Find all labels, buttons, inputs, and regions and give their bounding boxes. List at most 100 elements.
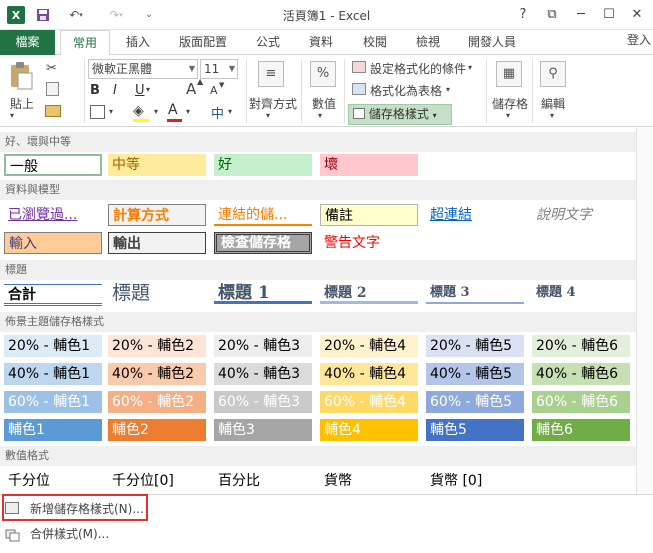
style-heading-3[interactable]: 標題 3 — [426, 282, 524, 304]
conditional-format-dropdown-icon[interactable]: ▾ — [468, 63, 472, 72]
tab-review[interactable]: 校閱 — [352, 30, 398, 55]
style-20-accent4[interactable]: 20% - 輔色4 — [320, 335, 418, 357]
maximize-button[interactable]: ☐ — [598, 5, 620, 25]
style-40-accent6[interactable]: 40% - 輔色6 — [532, 363, 630, 385]
style-title[interactable]: 標題 — [108, 282, 206, 304]
style-check-cell[interactable]: 檢查儲存格 — [214, 232, 312, 254]
minimize-button[interactable]: ─ — [570, 5, 592, 25]
grow-font-button[interactable]: A — [186, 80, 196, 98]
tab-developer[interactable]: 開發人員 — [462, 30, 522, 55]
style-currency[interactable]: 貨幣 — [320, 470, 418, 492]
tab-file[interactable]: 檔案 — [0, 30, 55, 55]
style-20-accent6[interactable]: 20% - 輔色6 — [532, 335, 630, 357]
style-heading-4[interactable]: 標題 4 — [532, 282, 630, 304]
style-40-accent3[interactable]: 40% - 輔色3 — [214, 363, 312, 385]
italic-button[interactable]: I — [113, 83, 117, 98]
editing-button[interactable]: 編輯 — [541, 95, 565, 112]
format-as-table-dropdown-icon[interactable]: ▾ — [446, 85, 450, 94]
percent-icon[interactable]: % — [310, 61, 336, 87]
alignment-dropdown-icon[interactable]: ▾ — [266, 111, 270, 120]
style-accent1[interactable]: 輔色1 — [4, 419, 102, 441]
cells-icon[interactable]: ▦ — [496, 61, 522, 87]
style-40-accent1[interactable]: 40% - 輔色1 — [4, 363, 102, 385]
style-good[interactable]: 好 — [214, 154, 312, 176]
style-accent5[interactable]: 輔色5 — [426, 419, 524, 441]
close-button[interactable]: ✕ — [626, 5, 648, 25]
style-60-accent6[interactable]: 60% - 輔色6 — [532, 391, 630, 413]
style-hyperlink[interactable]: 超連結 — [426, 204, 524, 226]
font-color-dropdown-icon[interactable]: ▾ — [186, 107, 190, 116]
style-currency-0[interactable]: 貨幣 [0] — [426, 470, 524, 492]
style-calculation[interactable]: 計算方式 — [108, 204, 206, 226]
bold-button[interactable]: B — [90, 83, 100, 98]
sign-in-link[interactable]: 登入 — [627, 31, 651, 48]
tab-data[interactable]: 資料 — [298, 30, 344, 55]
tab-view[interactable]: 檢視 — [405, 30, 451, 55]
merge-styles-menu-item[interactable]: 合併樣式(M)... — [0, 522, 653, 546]
phonetic-dropdown-icon[interactable]: ▾ — [228, 107, 232, 116]
paste-icon[interactable] — [8, 61, 36, 91]
paste-button[interactable]: 貼上 — [10, 95, 34, 112]
style-60-accent1[interactable]: 60% - 輔色1 — [4, 391, 102, 413]
gallery-scrollbar[interactable] — [636, 128, 653, 494]
style-explanatory-text[interactable]: 說明文字 — [532, 204, 630, 226]
style-60-accent5[interactable]: 60% - 輔色5 — [426, 391, 524, 413]
borders-dropdown-icon[interactable]: ▾ — [109, 107, 113, 116]
cells-button[interactable]: 儲存格 — [492, 95, 528, 112]
style-accent3[interactable]: 輔色3 — [214, 419, 312, 441]
style-accent6[interactable]: 輔色6 — [532, 419, 630, 441]
style-percent[interactable]: 百分比 — [214, 470, 312, 492]
font-size-box[interactable]: 11 ▼ — [200, 59, 238, 79]
style-accent4[interactable]: 輔色4 — [320, 419, 418, 441]
conditional-format-button[interactable]: 設定格式化的條件 — [370, 60, 466, 77]
style-warning-text[interactable]: 警告文字 — [320, 232, 418, 254]
paste-dropdown-icon[interactable]: ▾ — [10, 111, 14, 120]
alignment-icon[interactable]: ≡ — [258, 61, 284, 87]
style-40-accent4[interactable]: 40% - 輔色4 — [320, 363, 418, 385]
help-button[interactable]: ? — [512, 5, 534, 25]
editing-dropdown-icon[interactable]: ▾ — [550, 111, 554, 120]
tab-insert[interactable]: 插入 — [115, 30, 161, 55]
font-name-box[interactable]: 微軟正黑體 ▼ — [88, 59, 198, 79]
style-note[interactable]: 備註 — [320, 204, 418, 226]
borders-icon[interactable] — [90, 105, 105, 119]
style-comma-0[interactable]: 千分位[0] — [108, 470, 206, 492]
number-button[interactable]: 數值 — [312, 95, 336, 112]
binoculars-icon[interactable]: ⚲ — [540, 61, 566, 87]
style-normal[interactable]: 一般 — [4, 154, 102, 176]
cell-styles-button[interactable]: 儲存格樣式 ▾ — [348, 104, 452, 125]
style-40-accent2[interactable]: 40% - 輔色2 — [108, 363, 206, 385]
copy-icon[interactable] — [46, 82, 59, 96]
style-linked-cell[interactable]: 連結的儲... — [214, 204, 312, 226]
style-60-accent3[interactable]: 60% - 輔色3 — [214, 391, 312, 413]
style-input[interactable]: 輸入 — [4, 232, 102, 254]
style-20-accent3[interactable]: 20% - 輔色3 — [214, 335, 312, 357]
style-output[interactable]: 輸出 — [108, 232, 206, 254]
style-neutral[interactable]: 中等 — [108, 154, 206, 176]
style-total[interactable]: 合計 — [4, 284, 102, 306]
tab-formulas[interactable]: 公式 — [245, 30, 291, 55]
style-heading-1[interactable]: 標題 1 — [214, 282, 312, 304]
style-heading-2[interactable]: 標題 2 — [320, 282, 418, 304]
shrink-font-button[interactable]: A — [210, 84, 218, 97]
tab-home[interactable]: 常用 — [60, 30, 110, 56]
style-bad[interactable]: 壞 — [320, 154, 418, 176]
number-dropdown-icon[interactable]: ▾ — [318, 111, 322, 120]
phonetic-button[interactable]: 中 — [211, 103, 224, 122]
alignment-button[interactable]: 對齊方式 — [249, 95, 297, 112]
style-20-accent1[interactable]: 20% - 輔色1 — [4, 335, 102, 357]
style-followed-hyperlink[interactable]: 已瀏覽過... — [4, 204, 102, 226]
cells-dropdown-icon[interactable]: ▾ — [506, 111, 510, 120]
format-as-table-button[interactable]: 格式化為表格 — [370, 82, 442, 99]
fill-color-icon[interactable]: ◈ — [133, 103, 144, 119]
font-color-button[interactable]: A — [168, 102, 178, 118]
style-accent2[interactable]: 輔色2 — [108, 419, 206, 441]
tab-page-layout[interactable]: 版面配置 — [170, 30, 236, 55]
style-60-accent4[interactable]: 60% - 輔色4 — [320, 391, 418, 413]
ribbon-display-button[interactable]: ⧉ — [541, 5, 563, 25]
underline-dropdown-icon[interactable]: ▾ — [146, 85, 150, 94]
style-40-accent5[interactable]: 40% - 輔色5 — [426, 363, 524, 385]
style-20-accent2[interactable]: 20% - 輔色2 — [108, 335, 206, 357]
style-20-accent5[interactable]: 20% - 輔色5 — [426, 335, 524, 357]
style-comma[interactable]: 千分位 — [4, 470, 102, 492]
